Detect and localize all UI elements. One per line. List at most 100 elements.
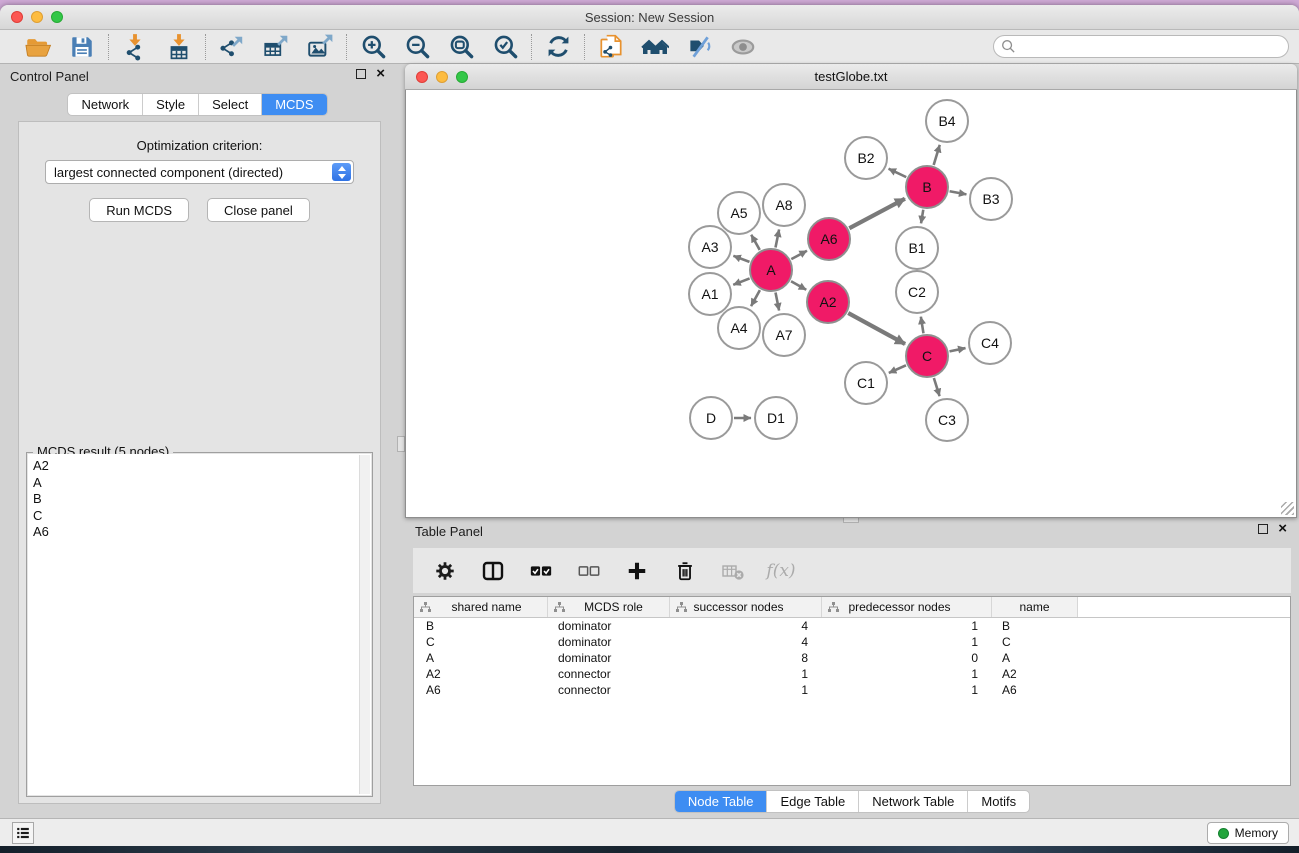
- graph-edge-B-B3[interactable]: [950, 191, 967, 194]
- function-builder-icon[interactable]: f(x): [769, 559, 793, 583]
- graph-edge-A-A7[interactable]: [776, 293, 780, 311]
- open-session-icon[interactable]: [24, 33, 52, 61]
- tab-network-table[interactable]: Network Table: [858, 791, 967, 812]
- graph-edge-A-A4[interactable]: [751, 290, 760, 306]
- graph-node-C1[interactable]: C1: [844, 361, 888, 405]
- add-column-plus-icon[interactable]: [625, 559, 649, 583]
- graph-edge-B-B4[interactable]: [934, 145, 940, 165]
- resize-grip[interactable]: [1281, 502, 1294, 515]
- tab-node-table[interactable]: Node Table: [675, 791, 767, 812]
- home-overview-icon[interactable]: [641, 33, 669, 61]
- memory-button[interactable]: Memory: [1207, 822, 1289, 844]
- column-header-name[interactable]: name: [992, 597, 1078, 617]
- control-panel-close-icon[interactable]: ×: [376, 69, 385, 79]
- graph-edge-B-B1[interactable]: [921, 210, 923, 224]
- unselect-all-columns-icon[interactable]: [577, 559, 601, 583]
- table-row[interactable]: C dominator 4 1 C: [414, 634, 1290, 650]
- table-settings-gear-icon[interactable]: [433, 559, 457, 583]
- zoom-fit-icon[interactable]: [447, 33, 475, 61]
- graph-edge-C-C2[interactable]: [921, 317, 924, 334]
- graph-node-B2[interactable]: B2: [844, 136, 888, 180]
- tab-select[interactable]: Select: [198, 94, 261, 115]
- zoom-out-icon[interactable]: [403, 33, 431, 61]
- node-table[interactable]: shared name MCDS role successor nodes pr…: [413, 596, 1291, 786]
- zoom-in-icon[interactable]: [359, 33, 387, 61]
- open-session-doc-icon[interactable]: [597, 33, 625, 61]
- graph-edge-A-A6[interactable]: [791, 251, 807, 259]
- table-panel-float-icon[interactable]: [1258, 524, 1268, 534]
- graph-node-C[interactable]: C: [905, 334, 949, 378]
- show-details-eye-icon[interactable]: [729, 33, 757, 61]
- delete-table-icon[interactable]: [721, 559, 745, 583]
- graph-edge-A2-C[interactable]: [848, 313, 905, 344]
- graph-node-D[interactable]: D: [689, 396, 733, 440]
- graph-node-C2[interactable]: C2: [895, 270, 939, 314]
- graph-node-A6[interactable]: A6: [807, 217, 851, 261]
- graph-edge-A-A2[interactable]: [791, 281, 806, 290]
- tab-mcds[interactable]: MCDS: [261, 94, 326, 115]
- graph-node-C3[interactable]: C3: [925, 398, 969, 442]
- run-mcds-button[interactable]: Run MCDS: [89, 198, 189, 222]
- show-column-icon[interactable]: [481, 559, 505, 583]
- result-item[interactable]: B: [33, 491, 371, 508]
- zoom-selected-icon[interactable]: [491, 33, 519, 61]
- tab-edge-table[interactable]: Edge Table: [766, 791, 858, 812]
- result-item[interactable]: A6: [33, 524, 371, 541]
- graph-node-A5[interactable]: A5: [717, 191, 761, 235]
- result-item[interactable]: A2: [33, 458, 371, 475]
- graph-edge-A-A1[interactable]: [733, 278, 749, 284]
- control-panel-float-icon[interactable]: [356, 69, 366, 79]
- export-image-icon[interactable]: [306, 33, 334, 61]
- task-history-button[interactable]: [12, 822, 34, 844]
- delete-columns-trash-icon[interactable]: [673, 559, 697, 583]
- graph-node-A3[interactable]: A3: [688, 225, 732, 269]
- table-panel-close-icon[interactable]: ×: [1278, 524, 1287, 534]
- network-canvas[interactable]: B4B2BB3A8A5A6A3B1AC2A1A2A4A7C4CC1DD1C3: [405, 90, 1297, 518]
- graph-node-B3[interactable]: B3: [969, 177, 1013, 221]
- graph-node-C4[interactable]: C4: [968, 321, 1012, 365]
- graph-node-A7[interactable]: A7: [762, 313, 806, 357]
- graph-edge-C-C4[interactable]: [950, 348, 966, 351]
- tab-motifs[interactable]: Motifs: [967, 791, 1029, 812]
- tab-network[interactable]: Network: [68, 94, 142, 115]
- graph-node-A2[interactable]: A2: [806, 280, 850, 324]
- graph-node-B[interactable]: B: [905, 165, 949, 209]
- save-session-icon[interactable]: [68, 33, 96, 61]
- column-header-shared-name[interactable]: shared name: [414, 597, 548, 617]
- table-row[interactable]: A2 connector 1 1 A2: [414, 666, 1290, 682]
- criterion-select[interactable]: largest connected component (directed): [45, 160, 354, 184]
- graph-edge-C-C1[interactable]: [889, 365, 906, 373]
- graph-edge-C-C3[interactable]: [934, 378, 940, 396]
- search-input[interactable]: [993, 35, 1289, 58]
- result-scrollbar[interactable]: [359, 455, 370, 794]
- splitter-handle[interactable]: [397, 436, 405, 452]
- close-panel-button[interactable]: Close panel: [207, 198, 310, 222]
- column-header-predecessor-nodes[interactable]: predecessor nodes: [822, 597, 992, 617]
- graph-node-A[interactable]: A: [749, 248, 793, 292]
- table-row[interactable]: B dominator 4 1 B: [414, 618, 1290, 634]
- graph-node-B1[interactable]: B1: [895, 226, 939, 270]
- graph-edge-B-B2[interactable]: [889, 169, 907, 177]
- graph-edge-A6-B[interactable]: [849, 199, 905, 229]
- mcds-result-list[interactable]: A2 A B C A6: [28, 454, 371, 795]
- result-item[interactable]: A: [33, 475, 371, 492]
- export-table-icon[interactable]: [262, 33, 290, 61]
- select-all-columns-icon[interactable]: [529, 559, 553, 583]
- graph-node-D1[interactable]: D1: [754, 396, 798, 440]
- graph-edge-A-A3[interactable]: [733, 256, 749, 262]
- graph-node-B4[interactable]: B4: [925, 99, 969, 143]
- graph-node-A8[interactable]: A8: [762, 183, 806, 227]
- apply-layout-icon[interactable]: [544, 33, 572, 61]
- export-network-icon[interactable]: [218, 33, 246, 61]
- table-row[interactable]: A6 connector 1 1 A6: [414, 682, 1290, 698]
- graph-node-A4[interactable]: A4: [717, 306, 761, 350]
- result-item[interactable]: C: [33, 508, 371, 525]
- import-table-icon[interactable]: [165, 33, 193, 61]
- import-network-icon[interactable]: [121, 33, 149, 61]
- column-header-successor-nodes[interactable]: successor nodes: [670, 597, 822, 617]
- column-header-mcds-role[interactable]: MCDS role: [548, 597, 670, 617]
- table-row[interactable]: A dominator 8 0 A: [414, 650, 1290, 666]
- hide-labels-icon[interactable]: [685, 33, 713, 61]
- graph-edge-A-A8[interactable]: [776, 230, 780, 248]
- graph-edge-A-A5[interactable]: [751, 235, 760, 250]
